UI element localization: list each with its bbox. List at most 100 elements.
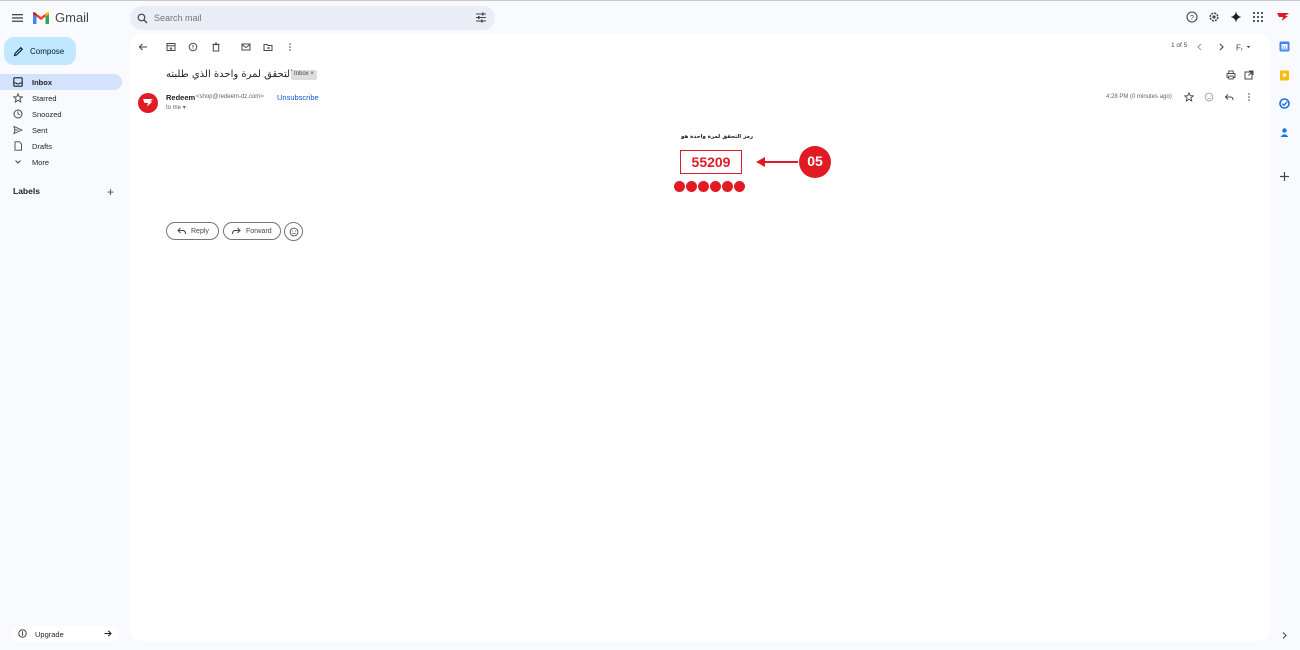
sender-email: <shop@redeem-dz.com>: [196, 94, 264, 100]
star-icon: [13, 93, 23, 103]
delete-trash-icon[interactable]: [211, 42, 221, 52]
sidebar-item-drafts[interactable]: Drafts: [0, 138, 122, 154]
caret-down-icon: ▾: [182, 105, 186, 111]
otp-code-box: 55209: [680, 150, 742, 174]
sender-name[interactable]: Redeem: [166, 93, 195, 102]
message-pane: 1 of 5 Fr رمز التحقق لمرة واحدة الذي طلب…: [130, 34, 1270, 641]
sidebar-item-sent[interactable]: Sent: [0, 122, 122, 138]
social-redeem-icon[interactable]: [674, 181, 685, 192]
settings-gear-icon[interactable]: [1208, 11, 1222, 25]
social-links: [674, 181, 745, 192]
reply-button[interactable]: Reply: [166, 222, 219, 240]
sidebar-item-more[interactable]: More: [0, 154, 122, 170]
compose-label: Compose: [30, 46, 65, 56]
social-facebook-icon[interactable]: [698, 181, 709, 192]
open-new-window-icon[interactable]: [1244, 70, 1254, 80]
search-options-icon[interactable]: [475, 12, 487, 23]
labels-header: Labels: [13, 186, 40, 196]
top-bar: Gmail ?: [0, 0, 1300, 34]
social-email-icon[interactable]: [722, 181, 733, 192]
sidebar-item-inbox[interactable]: Inbox: [0, 74, 122, 90]
support-icon[interactable]: ?: [1186, 11, 1200, 25]
sidebar-item-label: Drafts: [32, 142, 53, 151]
report-spam-icon[interactable]: [188, 42, 198, 52]
arrow-right-icon: [104, 630, 112, 637]
annotation-badge-number: 05: [807, 153, 823, 169]
star-toggle-icon[interactable]: [1184, 92, 1194, 102]
sidebar-item-label: Sent: [32, 126, 48, 135]
social-whatsapp-icon[interactable]: [734, 181, 745, 192]
draft-icon: [14, 141, 22, 151]
main-menu-icon[interactable]: [11, 11, 25, 25]
more-vert-icon[interactable]: [285, 42, 295, 52]
redeem-logo-icon: [143, 99, 153, 107]
reply-arrow-icon: [177, 227, 186, 235]
sidebar-item-label: Inbox: [32, 78, 52, 87]
reply-icon[interactable]: [1224, 92, 1234, 102]
add-label-icon[interactable]: +: [107, 185, 114, 199]
tasks-icon[interactable]: [1279, 98, 1290, 109]
compose-button[interactable]: Compose: [4, 37, 76, 65]
email-subject: رمز التحقق لمرة واحدة الذي طلبته: [166, 69, 312, 80]
sidebar-item-starred[interactable]: Starred: [0, 90, 122, 106]
back-arrow-icon[interactable]: [138, 42, 148, 52]
svg-text:31: 31: [1282, 45, 1288, 50]
chevron-left-icon[interactable]: [1195, 42, 1205, 52]
smiley-icon: [289, 227, 299, 237]
recipient-details[interactable]: to me ▾: [166, 104, 186, 111]
keep-notes-icon[interactable]: [1279, 70, 1290, 81]
upgrade-button[interactable]: Upgrade: [11, 626, 119, 641]
recipient-label: to me: [166, 105, 182, 111]
social-instagram-icon[interactable]: [710, 181, 721, 192]
forward-label: Forward: [246, 227, 272, 235]
remove-label-icon[interactable]: ×: [310, 71, 314, 77]
svg-text:?: ?: [1190, 15, 1194, 22]
sidebar-item-snoozed[interactable]: Snoozed: [0, 106, 122, 122]
more-vert-icon[interactable]: [1244, 92, 1254, 102]
chevron-down-icon: [15, 160, 21, 164]
inbox-icon: [13, 77, 23, 87]
search-bar[interactable]: [130, 6, 495, 30]
upgrade-icon: [18, 629, 27, 638]
inbox-label-chip[interactable]: Inbox ×: [291, 70, 317, 80]
sidebar-item-label: More: [32, 158, 50, 167]
reply-label: Reply: [191, 227, 209, 235]
svg-text:r: r: [1241, 47, 1243, 52]
app-name: Gmail: [55, 10, 89, 25]
email-timestamp: 4:28 PM (0 minutes ago): [1106, 94, 1172, 100]
search-icon[interactable]: [137, 13, 148, 24]
clock-icon: [13, 109, 23, 119]
apps-grid-icon[interactable]: [1252, 11, 1266, 25]
send-icon: [13, 125, 23, 135]
calendar-icon[interactable]: 31: [1279, 41, 1290, 52]
add-addon-icon[interactable]: [1279, 171, 1290, 182]
emoji-reaction-button[interactable]: [284, 222, 303, 241]
forward-button[interactable]: Forward: [223, 222, 281, 240]
sidebar-item-label: Starred: [32, 94, 57, 103]
chip-label: Inbox: [294, 71, 309, 77]
social-telegram-icon[interactable]: [686, 181, 697, 192]
otp-code: 55209: [691, 154, 731, 170]
archive-icon[interactable]: [166, 42, 176, 52]
account-avatar-icon[interactable]: [1276, 11, 1290, 25]
sidebar-item-label: Snoozed: [32, 110, 62, 119]
search-input[interactable]: [154, 13, 454, 23]
gemini-sparkle-icon[interactable]: [1230, 11, 1244, 25]
chevron-right-icon[interactable]: [1216, 42, 1226, 52]
upgrade-label: Upgrade: [35, 630, 64, 639]
print-icon[interactable]: [1226, 70, 1236, 80]
sender-avatar[interactable]: [138, 93, 158, 113]
otp-label: رمز التحقق لمرة واحدة هو: [681, 134, 754, 140]
gmail-m-icon: [33, 11, 49, 24]
input-tools-icon[interactable]: Fr: [1236, 42, 1252, 52]
annotation-marker: 05: [754, 146, 834, 178]
pencil-icon: [13, 46, 24, 56]
mark-unread-icon[interactable]: [241, 42, 251, 52]
move-to-icon[interactable]: [263, 42, 273, 52]
gmail-logo[interactable]: Gmail: [33, 10, 89, 25]
expand-side-panel-icon[interactable]: [1279, 630, 1290, 641]
contacts-icon[interactable]: [1279, 127, 1290, 138]
forward-arrow-icon: [232, 227, 241, 235]
add-reaction-icon[interactable]: [1204, 92, 1214, 102]
unsubscribe-link[interactable]: Unsubscribe: [277, 93, 319, 102]
